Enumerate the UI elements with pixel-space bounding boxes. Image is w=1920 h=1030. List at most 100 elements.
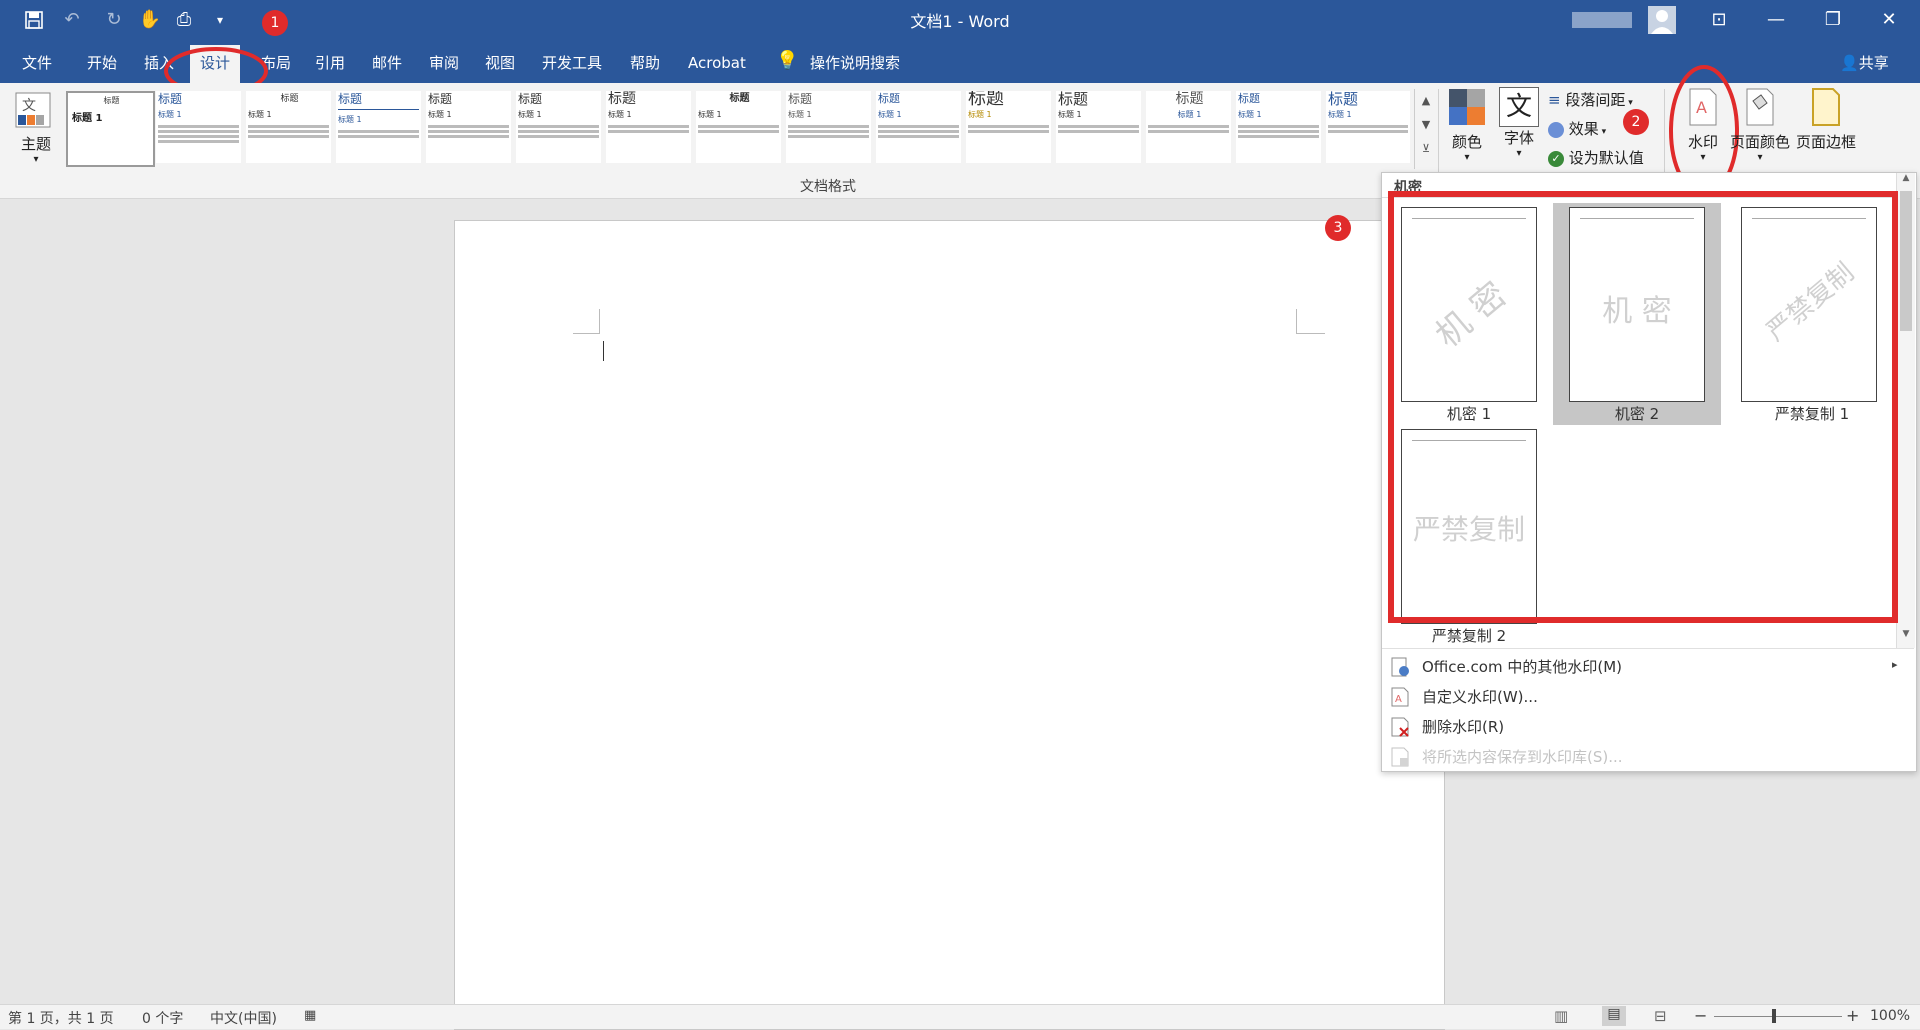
effects-icon	[1548, 121, 1564, 138]
fonts-label: 字体	[1503, 129, 1534, 147]
zoom-level[interactable]: 100%	[1870, 1008, 1910, 1024]
document-page[interactable]: 3	[454, 215, 1445, 1030]
zoom-in-button[interactable]: +	[1846, 1006, 1859, 1025]
colors-label: 颜色	[1451, 133, 1482, 151]
minimize-button[interactable]: —	[1753, 0, 1799, 40]
page-borders-button[interactable]: 页面边框	[1794, 87, 1858, 171]
undo-icon[interactable]: ↶	[58, 6, 86, 34]
page-count[interactable]: 第 1 页，共 1 页	[8, 1008, 114, 1028]
style-gallery-item[interactable]: 标题 标题 1	[966, 91, 1051, 163]
ribbon-display-options-icon[interactable]: ⊡	[1696, 0, 1742, 40]
style-gallery-item[interactable]: 标题 标题 1	[786, 91, 871, 163]
read-mode-icon[interactable]: ▥	[1554, 1007, 1568, 1025]
watermark-dropdown: 机密 机 密 机密 1 机 密 机密 2 严禁复制 严禁复制 1 严禁复制 严禁…	[1381, 172, 1917, 772]
paragraph-spacing-button[interactable]: ≡ 段落间距 ▾	[1548, 87, 1633, 113]
tell-me-search[interactable]: 操作说明搜索	[810, 52, 900, 73]
style-gallery-item[interactable]: 标题 标题 1	[156, 91, 241, 163]
chevron-down-icon: ▾	[1598, 127, 1607, 137]
annotation-3: 3	[1325, 215, 1351, 241]
print-layout-icon[interactable]: ▤	[1602, 1006, 1626, 1026]
style-gallery-item[interactable]: 标题 标题 1	[1056, 91, 1141, 163]
title-bar: ↶ ↻ ✋ ⎙ ▾ 1 文档1 - Word ⊡ — ❐ ✕	[0, 0, 1920, 40]
scroll-up-icon[interactable]: ▲	[1897, 173, 1915, 189]
zoom-slider[interactable]	[1714, 1016, 1842, 1017]
menu-item-label: 将所选内容保存到水印库(S)...	[1422, 748, 1623, 766]
style-gallery-item[interactable]: 标题 标题 1	[876, 91, 961, 163]
scrollbar-thumb[interactable]	[1900, 191, 1912, 331]
save-icon[interactable]	[20, 6, 48, 34]
tab-home[interactable]: 开始	[77, 50, 127, 76]
ribbon-tabs: 文件 开始 插入 设计 布局 引用 邮件 审阅 视图 开发工具 帮助 Acrob…	[0, 40, 1920, 95]
menu-save-to-gallery: 将所选内容保存到水印库(S)...	[1382, 743, 1914, 771]
tab-developer[interactable]: 开发工具	[532, 50, 612, 76]
themes-button[interactable]: 文 主题 ▾	[14, 89, 58, 179]
themes-label: 主题	[20, 135, 51, 153]
customize-qat-icon[interactable]: ▾	[206, 6, 234, 34]
svg-text:A: A	[1395, 694, 1402, 705]
style-gallery-item[interactable]: 标题 标题 1	[66, 91, 155, 167]
close-button[interactable]: ✕	[1866, 0, 1912, 40]
zoom-out-button[interactable]: −	[1694, 1006, 1707, 1025]
tab-acrobat[interactable]: Acrobat	[678, 50, 756, 76]
watermark-option-label: 严禁复制 2	[1431, 627, 1507, 645]
page-color-button[interactable]: 页面颜色 ▾	[1730, 87, 1790, 171]
style-gallery-item[interactable]: 标题 标题 1	[696, 91, 781, 163]
touch-mode-icon[interactable]: ✋	[136, 6, 164, 34]
tab-view[interactable]: 视图	[475, 50, 525, 76]
tab-mailings[interactable]: 邮件	[362, 50, 412, 76]
colors-button[interactable]: 颜色 ▾	[1444, 87, 1490, 171]
tab-file[interactable]: 文件	[12, 50, 62, 76]
gallery-scroll-down-icon[interactable]: ▼	[1415, 113, 1437, 137]
style-gallery-item[interactable]: 标题 标题 1	[1146, 91, 1231, 163]
style-gallery-item[interactable]: 标题 标题 1	[336, 91, 421, 163]
style-gallery-item[interactable]: 标题 标题 1	[246, 91, 331, 163]
macro-record-icon[interactable]: ▦	[304, 1008, 316, 1023]
colors-icon	[1449, 89, 1485, 125]
style-gallery-item[interactable]: 标题 标题 1	[606, 91, 691, 163]
scroll-down-icon[interactable]: ▼	[1897, 629, 1915, 645]
annotation-box	[1388, 191, 1898, 623]
share-button[interactable]: 👤共享	[1840, 52, 1889, 73]
chevron-down-icon: ▾	[1464, 152, 1470, 163]
style-gallery-item[interactable]: 标题 标题 1	[1326, 91, 1410, 163]
gallery-more-icon[interactable]: ⊻	[1415, 137, 1437, 161]
person-icon: 👤	[1840, 54, 1859, 72]
style-gallery-item[interactable]: 标题 标题 1	[1236, 91, 1321, 163]
text-cursor	[603, 341, 604, 361]
style-gallery-item[interactable]: 标题 标题 1	[516, 91, 601, 163]
effects-label: 效果	[1568, 120, 1599, 138]
style-gallery-item[interactable]: 标题 标题 1	[426, 91, 511, 163]
annotation-1: 1	[262, 10, 288, 36]
zoom-slider-thumb[interactable]	[1772, 1009, 1776, 1023]
annotation-2: 2	[1623, 109, 1649, 135]
avatar[interactable]	[1648, 6, 1676, 34]
gallery-scroll: ▲ ▼ ⊻	[1414, 89, 1437, 169]
set-default-button[interactable]: ✓ 设为默认值	[1548, 145, 1644, 171]
office-online-icon	[1391, 657, 1409, 677]
redo-icon[interactable]: ↻	[100, 6, 128, 34]
tab-references[interactable]: 引用	[305, 50, 355, 76]
effects-button[interactable]: 效果 ▾	[1548, 116, 1606, 142]
gallery-scroll-up-icon[interactable]: ▲	[1415, 89, 1437, 113]
language-indicator[interactable]: 中文(中国)	[210, 1008, 277, 1028]
margin-corner-marker	[573, 309, 600, 334]
gallery-scrollbar[interactable]: ▲ ▼	[1896, 173, 1915, 648]
window-title: 文档1 - Word	[910, 12, 1010, 31]
lightbulb-icon: 💡	[776, 50, 799, 71]
menu-remove-watermark[interactable]: 删除水印(R)	[1382, 713, 1914, 741]
tab-review[interactable]: 审阅	[419, 50, 469, 76]
page-color-icon	[1746, 88, 1774, 126]
menu-item-label: 自定义水印(W)...	[1422, 688, 1538, 706]
chevron-right-icon: ▸	[1892, 658, 1898, 671]
menu-more-watermarks[interactable]: Office.com 中的其他水印(M) ▸	[1382, 653, 1914, 681]
tab-help[interactable]: 帮助	[620, 50, 670, 76]
fonts-button[interactable]: 文 字体 ▾	[1496, 87, 1542, 171]
menu-custom-watermark[interactable]: A 自定义水印(W)...	[1382, 683, 1914, 711]
web-layout-icon[interactable]: ⊟	[1654, 1007, 1667, 1025]
page-color-label: 页面颜色	[1730, 133, 1791, 151]
remove-watermark-icon	[1391, 717, 1409, 737]
print-preview-icon[interactable]: ⎙	[170, 6, 198, 34]
menu-item-label: Office.com 中的其他水印(M)	[1422, 658, 1623, 676]
restore-button[interactable]: ❐	[1810, 0, 1856, 40]
word-count[interactable]: 0 个字	[142, 1008, 183, 1028]
